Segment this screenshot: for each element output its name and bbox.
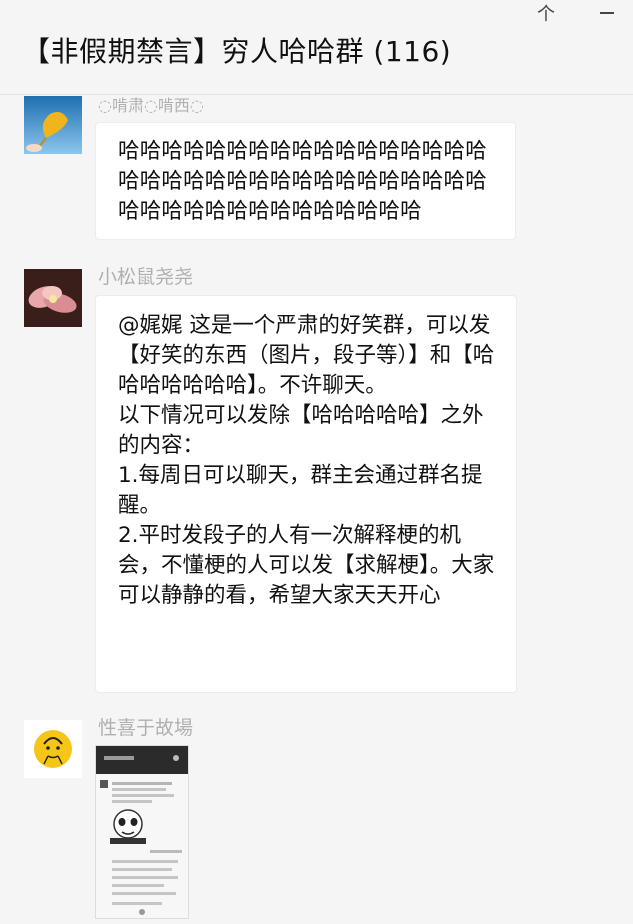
avatar[interactable] [24, 269, 82, 327]
pink-flower-photo-icon [24, 269, 82, 327]
chat-screenshot-image-icon [96, 746, 188, 918]
minimize-icon[interactable] [594, 2, 620, 24]
mention[interactable]: @娓娓 [118, 313, 183, 338]
pin-icon[interactable]: 个 [533, 2, 559, 25]
message-bubble[interactable]: 哈哈哈哈哈哈哈哈哈哈哈哈哈哈哈哈哈哈哈哈哈哈哈哈哈哈哈哈哈哈哈哈哈哈哈哈哈哈哈哈… [95, 122, 516, 240]
avatar[interactable] [24, 720, 82, 778]
chat-title-bar: 【非假期禁言】穷人哈哈群 (116) 个 [0, 0, 633, 95]
cartoon-face-yellow-icon [24, 720, 82, 778]
ginkgo-leaf-sky-photo-icon [24, 96, 82, 154]
image-attachment[interactable] [95, 745, 189, 919]
message-text-line: 以下情况可以发除【哈哈哈哈哈】之外的内容： [118, 403, 484, 458]
message-text-line: 2.平时发段子的人有一次解释梗的机会，不懂梗的人可以发【求解梗】。大家可以静静的… [118, 523, 495, 608]
sender-name: 性喜于故場 [98, 717, 194, 739]
message-text-line: 1.每周日可以聊天，群主会通过群名提醒。 [118, 463, 483, 518]
message-bubble[interactable]: @娓娓 这是一个严肃的好笑群，可以发【好笑的东西（图片，段子等）】和【哈哈哈哈哈… [95, 295, 517, 693]
chat-title: 【非假期禁言】穷人哈哈群 (116) [22, 35, 452, 68]
sender-name: 小松鼠尧尧 [98, 266, 194, 288]
avatar[interactable] [24, 96, 82, 154]
sender-name: ◌啃肃◌啃西◌ [98, 96, 204, 115]
